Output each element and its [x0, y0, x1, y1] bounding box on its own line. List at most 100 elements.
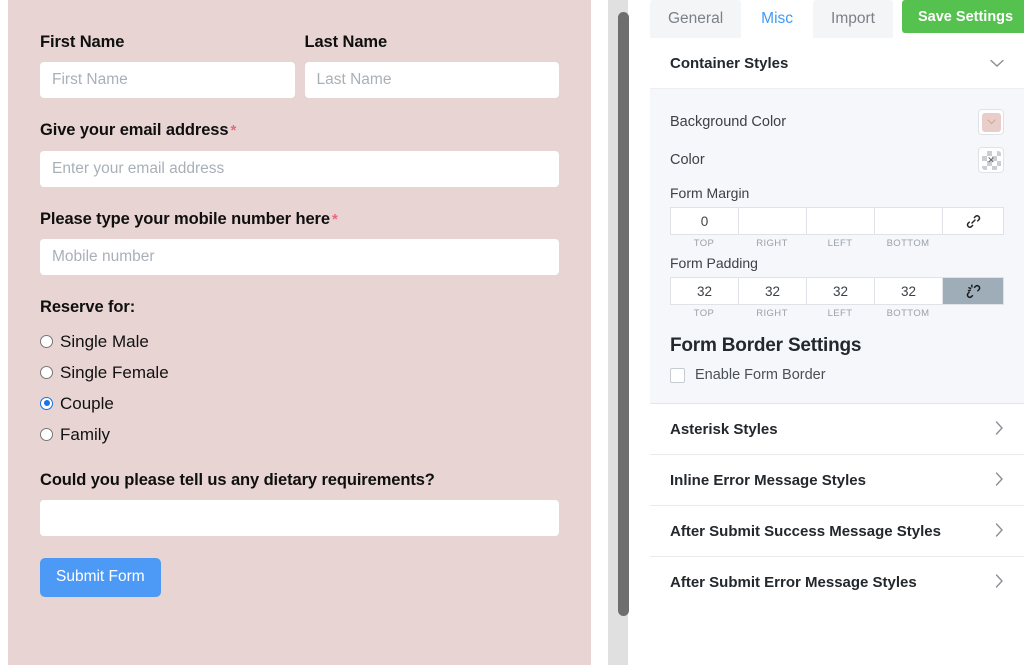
label-last-name: Last Name — [304, 33, 388, 51]
chevron-right-icon[interactable] — [995, 472, 1004, 488]
form-padding-inputs: 32 32 32 32 — [670, 277, 1004, 305]
margin-link-icon[interactable] — [942, 207, 1004, 235]
padding-label-left: LEFT — [827, 308, 853, 319]
tab-general[interactable]: General — [650, 0, 742, 38]
scrollbar-track[interactable] — [608, 0, 629, 665]
field-reserve-for: Reserve for: Single Male Single Female C… — [40, 297, 559, 447]
background-color-row: Background Color — [670, 103, 1004, 141]
color-swatch-icon — [981, 112, 1001, 132]
padding-broken-link-icon[interactable] — [942, 277, 1004, 305]
chevron-right-icon[interactable] — [995, 523, 1004, 539]
padding-right-input[interactable]: 32 — [738, 277, 806, 305]
form-margin-labels: TOP RIGHT LEFT BOTTOM — [670, 238, 1004, 249]
color-row: Color ✕ — [670, 141, 1004, 179]
tab-misc[interactable]: Misc — [743, 0, 812, 38]
margin-label-bottom: BOTTOM — [886, 238, 930, 249]
radio-label: Couple — [60, 393, 114, 413]
enable-form-border-checkbox[interactable] — [670, 367, 685, 383]
radio-option-single-female[interactable]: Single Female — [40, 359, 559, 386]
margin-top-input[interactable]: 0 — [670, 207, 738, 235]
accordion-header-inline-error-message-styles[interactable]: Inline Error Message Styles — [650, 455, 1024, 505]
padding-label-top: TOP — [693, 308, 715, 319]
accordion-title: After Submit Error Message Styles — [670, 573, 917, 591]
label-mobile: Please type your mobile number here * — [40, 209, 559, 230]
enable-form-border-row[interactable]: Enable Form Border — [670, 363, 1004, 387]
enable-form-border-label: Enable Form Border — [695, 367, 826, 383]
field-dietary: Could you please tell us any dietary req… — [40, 470, 559, 537]
settings-body: Container Styles Background Color Color — [650, 38, 1024, 665]
accordion-header-container-styles[interactable]: Container Styles — [650, 38, 1024, 88]
radio-option-family[interactable]: Family — [40, 421, 559, 448]
form-margin-title: Form Margin — [670, 185, 750, 201]
field-last-name: Last Name — [304, 32, 559, 99]
settings-tabbar: General Misc Import Save Settings — [650, 0, 1024, 38]
radio-icon-selected[interactable] — [40, 396, 53, 410]
form-preview-pane: First Name Last Name Give your email add… — [0, 0, 600, 665]
label-mobile-text: Please type your mobile number here — [40, 209, 330, 228]
form-border-settings-title: Form Border Settings — [670, 335, 862, 356]
save-settings-button[interactable]: Save Settings — [902, 0, 1024, 33]
margin-bottom-input[interactable] — [874, 207, 942, 235]
accordion-title: Container Styles — [670, 54, 789, 72]
required-asterisk-email: * — [230, 122, 237, 140]
submit-form-button[interactable]: Submit Form — [40, 558, 161, 598]
form-margin-group: Form Margin 0 TOP RIGHT LEFT BOTTOM — [670, 185, 1004, 249]
margin-right-input[interactable] — [738, 207, 806, 235]
transparent-swatch-icon: ✕ — [981, 150, 1001, 170]
color-label: Color — [670, 152, 705, 168]
form-padding-labels: TOP RIGHT LEFT BOTTOM — [670, 308, 1004, 319]
accordion-title: Asterisk Styles — [670, 420, 778, 438]
margin-label-top: TOP — [693, 238, 715, 249]
background-color-swatch[interactable] — [978, 109, 1004, 135]
label-email-text: Give your email address — [40, 121, 229, 140]
field-email: Give your email address * — [40, 120, 559, 187]
radio-option-single-male[interactable]: Single Male — [40, 328, 559, 355]
margin-label-spacer — [942, 238, 1004, 249]
email-input[interactable] — [40, 150, 559, 187]
required-asterisk-mobile: * — [331, 210, 338, 228]
radio-icon[interactable] — [40, 365, 53, 379]
accordion-header-after-submit-error-message-styles[interactable]: After Submit Error Message Styles — [650, 557, 1024, 607]
radio-icon[interactable] — [40, 334, 53, 348]
accordion-header-after-submit-success-message-styles[interactable]: After Submit Success Message Styles — [650, 506, 1024, 556]
dietary-textarea[interactable] — [40, 500, 559, 537]
padding-left-input[interactable]: 32 — [806, 277, 874, 305]
radio-group-reserve-for: Single Male Single Female Couple Family — [40, 328, 559, 448]
chevron-down-icon[interactable] — [990, 56, 1004, 70]
field-first-name: First Name — [40, 32, 295, 99]
mobile-input[interactable] — [40, 239, 559, 276]
margin-label-left: LEFT — [827, 238, 853, 249]
label-dietary: Could you please tell us any dietary req… — [40, 470, 435, 489]
form-padding-title: Form Padding — [670, 255, 758, 271]
margin-label-right: RIGHT — [756, 238, 788, 249]
margin-left-input[interactable] — [806, 207, 874, 235]
radio-option-couple[interactable]: Couple — [40, 390, 559, 417]
accordion-title: Inline Error Message Styles — [670, 471, 866, 489]
accordion-header-asterisk-styles[interactable]: Asterisk Styles — [650, 404, 1024, 454]
chevron-right-icon[interactable] — [995, 574, 1004, 590]
settings-panel: General Misc Import Save Settings Contai… — [650, 0, 1024, 665]
form-margin-inputs: 0 — [670, 207, 1004, 235]
padding-bottom-input[interactable]: 32 — [874, 277, 942, 305]
scrollbar-column — [600, 0, 650, 665]
form-container: First Name Last Name Give your email add… — [8, 0, 591, 665]
padding-label-spacer — [942, 308, 1004, 319]
label-email: Give your email address * — [40, 120, 559, 141]
chevron-right-icon[interactable] — [995, 421, 1004, 437]
padding-label-right: RIGHT — [756, 308, 788, 319]
padding-label-bottom: BOTTOM — [886, 308, 930, 319]
scrollbar-thumb[interactable] — [618, 12, 629, 616]
color-swatch[interactable]: ✕ — [978, 147, 1004, 173]
tab-import[interactable]: Import — [813, 0, 893, 38]
padding-top-input[interactable]: 32 — [670, 277, 738, 305]
form-padding-group: Form Padding 32 32 32 32 TOP RIGHT LEFT — [670, 255, 1004, 319]
field-mobile: Please type your mobile number here * — [40, 209, 559, 276]
first-name-input[interactable] — [40, 62, 295, 99]
name-row: First Name Last Name — [40, 32, 559, 106]
last-name-input[interactable] — [304, 62, 559, 99]
radio-icon[interactable] — [40, 427, 53, 441]
background-color-label: Background Color — [670, 114, 787, 130]
